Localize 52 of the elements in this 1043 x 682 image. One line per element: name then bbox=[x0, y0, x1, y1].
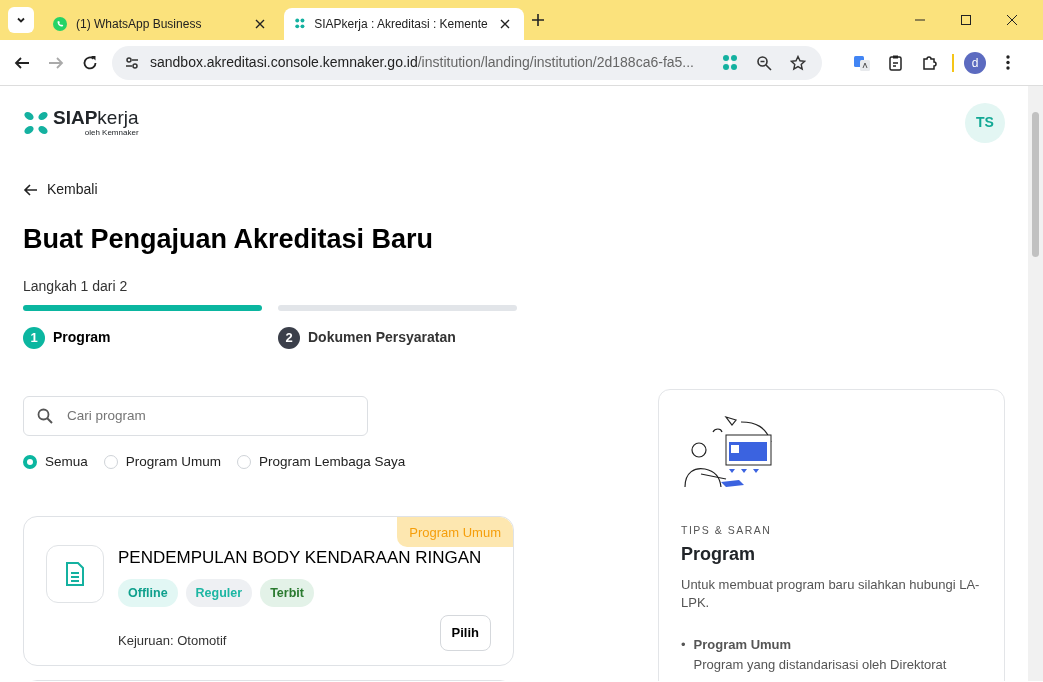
address-bar[interactable]: sandbox.akreditasi.console.kemnaker.go.id/institution/landing/institution/2d188ca6-fa5... bbox=[112, 45, 822, 80]
url-text: sandbox.akreditasi.console.kemnaker.go.id/institution/landing/institution/2d188ca6-fa5... bbox=[150, 53, 695, 72]
radio-label[interactable]: Program Lembaga Saya bbox=[259, 451, 406, 473]
radio-button[interactable] bbox=[23, 455, 37, 469]
plus-icon bbox=[532, 14, 544, 26]
step-number: 1 bbox=[23, 326, 45, 349]
step-label: Dokumen Persyaratan bbox=[308, 328, 456, 348]
magnifier-icon bbox=[756, 54, 772, 71]
translate-icon bbox=[853, 53, 871, 72]
bullet-marker: • bbox=[681, 636, 686, 655]
tips-eyebrow: TIPS & SARAN bbox=[681, 522, 773, 538]
radio-label[interactable]: Program Umum bbox=[125, 451, 222, 473]
step-number: 2 bbox=[278, 326, 300, 349]
clipboard-icon bbox=[887, 53, 905, 72]
program-title: PENDEMPULAN BODY KENDARAAN RINGAN bbox=[118, 547, 483, 570]
profile-avatar[interactable]: d bbox=[964, 51, 986, 74]
maximize-icon bbox=[960, 14, 972, 26]
arrow-left-icon bbox=[23, 181, 39, 198]
browser-tab[interactable]: SIAPkerja : Akreditasi : Kemente bbox=[284, 8, 524, 40]
tips-item-text: Program yang distandarisasi oleh Direktorat bbox=[693, 655, 947, 674]
close-icon bbox=[255, 19, 265, 29]
tips-text: Untuk membuat program baru silahkan hubungi LA-LPK. bbox=[681, 575, 981, 613]
document-icon bbox=[65, 562, 85, 587]
close-icon bbox=[1006, 14, 1018, 26]
logo-icon bbox=[23, 109, 49, 136]
radio-label[interactable]: Semua bbox=[45, 451, 88, 473]
tab-list-button[interactable] bbox=[8, 7, 34, 33]
step-label: Program bbox=[53, 328, 111, 348]
scrollbar-thumb[interactable] bbox=[1032, 112, 1039, 257]
close-icon bbox=[499, 19, 510, 29]
program-field-text: Kejuruan: Otomotif bbox=[118, 632, 227, 651]
step-counter: Langkah 1 dari 2 bbox=[23, 276, 129, 296]
back-link[interactable]: Kembali bbox=[23, 179, 98, 200]
logo-text: SIAPkerja oleh Kemnaker bbox=[53, 108, 139, 137]
scrollbar[interactable] bbox=[1028, 86, 1043, 681]
star-icon bbox=[790, 54, 806, 71]
tune-icon bbox=[124, 54, 140, 71]
select-button[interactable]: Pilih bbox=[439, 615, 491, 651]
puzzle-icon bbox=[921, 53, 939, 72]
page-title: Buat Pengajuan Akreditasi Baru bbox=[23, 222, 435, 255]
search-field[interactable]: Cari program bbox=[23, 395, 368, 436]
category-badge: Program Umum bbox=[397, 517, 513, 547]
reload-icon bbox=[81, 53, 99, 72]
search-icon bbox=[37, 407, 53, 424]
chat-bubble-icon bbox=[52, 16, 68, 32]
tag: Offline bbox=[118, 578, 178, 608]
tag: Terbit bbox=[260, 578, 314, 608]
browser-tab[interactable]: (1) WhatsApp Business bbox=[42, 8, 282, 40]
kebab-menu-icon bbox=[1006, 55, 1010, 70]
tag: Reguler bbox=[185, 578, 253, 608]
tips-title: Program bbox=[681, 542, 757, 566]
tips-item-title: Program Umum bbox=[693, 636, 793, 655]
